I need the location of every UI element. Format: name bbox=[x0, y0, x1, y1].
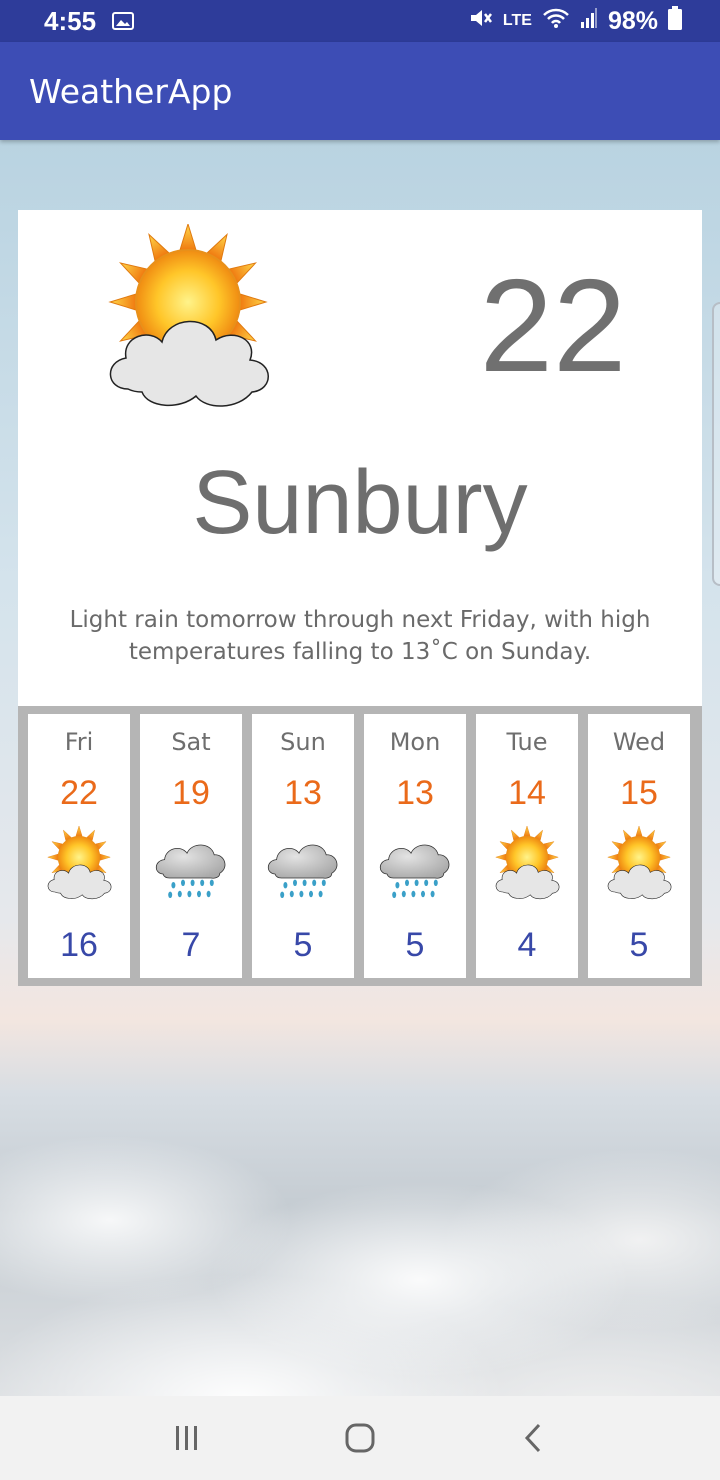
recents-icon bbox=[175, 1426, 197, 1450]
current-weather-card: 22 Sunbury Light rain tomorrow through n… bbox=[18, 210, 702, 706]
low-temp: 7 bbox=[181, 926, 201, 964]
current-temperature: 22 bbox=[479, 252, 627, 399]
day-name: Mon bbox=[389, 728, 441, 756]
home-icon bbox=[345, 1423, 375, 1453]
status-right: LTE 98% bbox=[469, 5, 682, 37]
day-name: Tue bbox=[506, 728, 548, 756]
forecast-day: Wed 15 5 bbox=[588, 714, 690, 978]
city-name: Sunbury bbox=[192, 453, 528, 553]
forecast-strip: Fri 22 16 Sat 19 7 Sun 13 5 Mon 13 5 Tue… bbox=[18, 706, 702, 986]
forecast-day: Fri 22 16 bbox=[28, 714, 130, 978]
battery-percent: 98% bbox=[607, 6, 658, 35]
high-temp: 13 bbox=[284, 774, 322, 812]
partly-cloudy-icon bbox=[88, 224, 288, 424]
day-name: Wed bbox=[612, 728, 666, 756]
back-button[interactable] bbox=[503, 1408, 563, 1468]
partly-cloudy-icon bbox=[599, 826, 679, 906]
high-temp: 22 bbox=[60, 774, 98, 812]
wifi-icon bbox=[542, 7, 570, 36]
forecast-day: Sat 19 7 bbox=[140, 714, 242, 978]
low-temp: 5 bbox=[405, 926, 425, 964]
status-time: 4:55 bbox=[44, 5, 97, 36]
home-button[interactable] bbox=[330, 1408, 390, 1468]
high-temp: 14 bbox=[508, 774, 546, 812]
volte-icon: LTE bbox=[502, 12, 532, 29]
status-bar: 4:55 LTE 98% bbox=[0, 0, 720, 42]
weather-summary: Light rain tomorrow through next Friday,… bbox=[69, 607, 651, 665]
edge-panel-handle[interactable] bbox=[712, 302, 720, 586]
rain-icon bbox=[375, 826, 455, 906]
low-temp: 4 bbox=[517, 926, 537, 964]
rain-icon bbox=[263, 826, 343, 906]
high-temp: 13 bbox=[396, 774, 434, 812]
day-name: Fri bbox=[64, 728, 94, 756]
partly-cloudy-icon bbox=[39, 826, 119, 906]
navigation-bar bbox=[0, 1396, 720, 1480]
partly-cloudy-icon bbox=[487, 826, 567, 906]
back-icon bbox=[525, 1423, 541, 1453]
rain-icon bbox=[151, 826, 231, 906]
low-temp: 16 bbox=[60, 926, 98, 964]
forecast-day: Sun 13 5 bbox=[252, 714, 354, 978]
forecast-day: Mon 13 5 bbox=[364, 714, 466, 978]
mute-icon bbox=[469, 7, 493, 36]
status-left: 4:55 bbox=[44, 5, 135, 37]
day-name: Sat bbox=[171, 728, 211, 756]
high-temp: 15 bbox=[620, 774, 658, 812]
forecast-day: Tue 14 4 bbox=[476, 714, 578, 978]
low-temp: 5 bbox=[629, 926, 649, 964]
image-icon bbox=[112, 6, 135, 37]
battery-icon bbox=[668, 5, 682, 37]
app-bar: WeatherApp bbox=[0, 42, 720, 140]
day-name: Sun bbox=[280, 728, 326, 756]
low-temp: 5 bbox=[293, 926, 313, 964]
app-title: WeatherApp bbox=[29, 71, 233, 111]
high-temp: 19 bbox=[172, 774, 210, 812]
signal-icon bbox=[580, 7, 598, 36]
recents-button[interactable] bbox=[157, 1408, 217, 1468]
